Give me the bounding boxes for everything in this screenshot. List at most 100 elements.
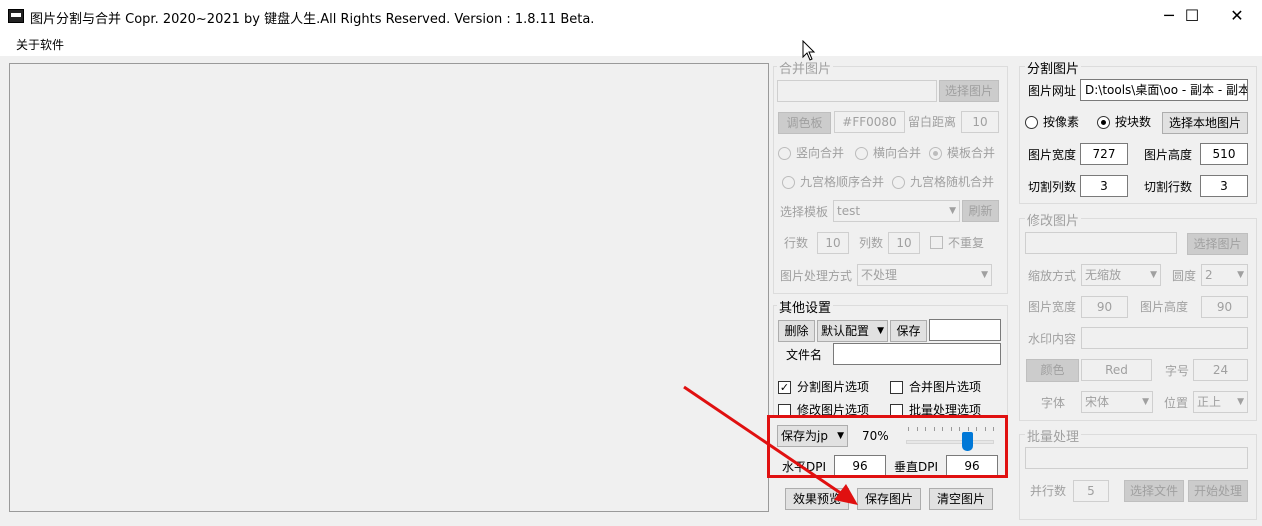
- rows-input[interactable]: 10: [817, 232, 849, 254]
- no-repeat-label: 不重复: [948, 236, 985, 250]
- split-width-label: 图片宽度: [1028, 148, 1077, 162]
- chevron-down-icon: ▼: [949, 206, 956, 216]
- refresh-button[interactable]: 刷新: [962, 200, 999, 222]
- chevron-down-icon: ▼: [1237, 270, 1244, 280]
- template-merge-label: 模板合并: [947, 146, 996, 160]
- font-size-label: 字号: [1165, 364, 1190, 378]
- watermark-color-button[interactable]: 颜色: [1026, 359, 1079, 382]
- close-button[interactable]: ✕: [1214, 0, 1260, 32]
- scale-select-value: 无缩放: [1085, 268, 1122, 282]
- palette-button[interactable]: 调色板: [778, 112, 831, 134]
- window-title: 图片分割与合并 Copr. 2020~2021 by 键盘人生.All Righ…: [30, 12, 595, 27]
- image-url-input[interactable]: D:\tools\桌面\oo - 副本 - 副本: [1080, 79, 1248, 101]
- modify-group-title: 修改图片: [1025, 210, 1082, 229]
- select-local-image-button[interactable]: 选择本地图片: [1162, 112, 1248, 134]
- modify-height-input[interactable]: 90: [1201, 296, 1248, 318]
- chevron-down-icon: ▼: [877, 326, 884, 336]
- by-pixel-radio[interactable]: [1025, 116, 1038, 129]
- preview-button[interactable]: 效果预览: [785, 488, 849, 510]
- menu-bar: [0, 32, 1262, 56]
- filename-label: 文件名: [786, 348, 823, 362]
- vertical-merge-radio[interactable]: [778, 147, 791, 160]
- template-label: 选择模板: [780, 205, 829, 219]
- modify-width-label: 图片宽度: [1028, 300, 1077, 314]
- batch-group-title: 批量处理: [1025, 426, 1082, 445]
- position-select[interactable]: 正上 ▼: [1193, 391, 1248, 413]
- grid-order-radio[interactable]: [782, 176, 795, 189]
- other-settings-title: 其他设置: [777, 297, 834, 316]
- font-select[interactable]: 宋体 ▼: [1081, 391, 1153, 413]
- grid-order-label: 九宫格顺序合并: [800, 175, 885, 189]
- batch-start-button[interactable]: 开始处理: [1188, 480, 1248, 502]
- scale-select[interactable]: 无缩放 ▼: [1081, 264, 1161, 286]
- mouse-cursor-icon: [802, 40, 816, 61]
- modify-path-input[interactable]: [1025, 232, 1177, 254]
- watermark-color-value[interactable]: Red: [1081, 359, 1152, 381]
- merge-options-checkbox[interactable]: [890, 381, 903, 394]
- menu-about[interactable]: 关于软件: [16, 36, 64, 53]
- template-select[interactable]: test ▼: [833, 200, 960, 222]
- annotation-highlight-box: [767, 415, 1008, 478]
- merge-options-label: 合并图片选项: [909, 380, 982, 394]
- split-width-input[interactable]: 727: [1080, 143, 1128, 165]
- angle-label: 圆度: [1172, 269, 1197, 283]
- split-height-label: 图片高度: [1144, 148, 1193, 162]
- config-name-input[interactable]: [929, 319, 1001, 341]
- no-repeat-checkbox[interactable]: [930, 236, 943, 249]
- horizontal-merge-radio[interactable]: [855, 147, 868, 160]
- filename-input[interactable]: [833, 343, 1001, 365]
- modify-width-input[interactable]: 90: [1081, 296, 1128, 318]
- scale-label: 缩放方式: [1028, 269, 1077, 283]
- merge-path-input[interactable]: [777, 80, 937, 102]
- config-select-value: 默认配置: [821, 324, 870, 338]
- color-value-field[interactable]: #FF0080: [834, 111, 905, 133]
- batch-select-file-button[interactable]: 选择文件: [1124, 480, 1184, 502]
- merge-select-image-button[interactable]: 选择图片: [939, 80, 999, 102]
- config-select[interactable]: 默认配置 ▼: [817, 320, 888, 342]
- process-select-value: 不处理: [861, 268, 898, 282]
- by-block-radio[interactable]: [1097, 116, 1110, 129]
- image-preview-area[interactable]: [9, 63, 769, 512]
- split-rows-input[interactable]: 3: [1200, 175, 1248, 197]
- batch-path-input[interactable]: [1025, 447, 1248, 469]
- grid-random-radio[interactable]: [892, 176, 905, 189]
- template-select-value: test: [837, 204, 861, 218]
- delete-config-button[interactable]: 删除: [778, 320, 815, 342]
- rows-label: 行数: [784, 236, 809, 250]
- grid-random-label: 九宫格随机合并: [910, 175, 995, 189]
- cols-input[interactable]: 10: [888, 232, 920, 254]
- save-config-button[interactable]: 保存: [890, 320, 927, 342]
- split-cols-input[interactable]: 3: [1080, 175, 1128, 197]
- margin-label: 留白距离: [908, 115, 957, 129]
- process-select[interactable]: 不处理 ▼: [857, 264, 992, 286]
- watermark-input[interactable]: [1081, 327, 1248, 349]
- angle-select[interactable]: 2 ▼: [1201, 264, 1248, 286]
- watermark-label: 水印内容: [1028, 332, 1077, 346]
- font-size-input[interactable]: 24: [1193, 359, 1248, 381]
- by-pixel-label: 按像素: [1043, 115, 1080, 129]
- app-icon: [8, 9, 24, 23]
- margin-input[interactable]: 10: [961, 111, 999, 133]
- chevron-down-icon: ▼: [981, 270, 988, 280]
- modify-height-label: 图片高度: [1140, 300, 1189, 314]
- font-label: 字体: [1041, 396, 1066, 410]
- split-options-checkbox[interactable]: ✓: [778, 381, 791, 394]
- split-height-input[interactable]: 510: [1200, 143, 1248, 165]
- save-image-button[interactable]: 保存图片: [857, 488, 921, 510]
- chevron-down-icon: ▼: [1237, 397, 1244, 407]
- process-label: 图片处理方式: [780, 269, 853, 283]
- position-select-value: 正上: [1197, 395, 1222, 409]
- template-merge-radio[interactable]: [929, 147, 942, 160]
- split-rows-label: 切割行数: [1144, 180, 1193, 194]
- parallel-label: 并行数: [1030, 484, 1067, 498]
- clear-image-button[interactable]: 清空图片: [929, 488, 993, 510]
- position-label: 位置: [1164, 396, 1189, 410]
- parallel-input[interactable]: 5: [1073, 480, 1109, 502]
- maximize-button[interactable]: ☐: [1169, 0, 1215, 32]
- image-url-label: 图片网址: [1028, 84, 1077, 98]
- split-cols-label: 切割列数: [1028, 180, 1077, 194]
- chevron-down-icon: ▼: [1142, 397, 1149, 407]
- split-group-title: 分割图片: [1025, 58, 1082, 77]
- by-block-label: 按块数: [1115, 115, 1152, 129]
- modify-select-image-button[interactable]: 选择图片: [1187, 233, 1248, 255]
